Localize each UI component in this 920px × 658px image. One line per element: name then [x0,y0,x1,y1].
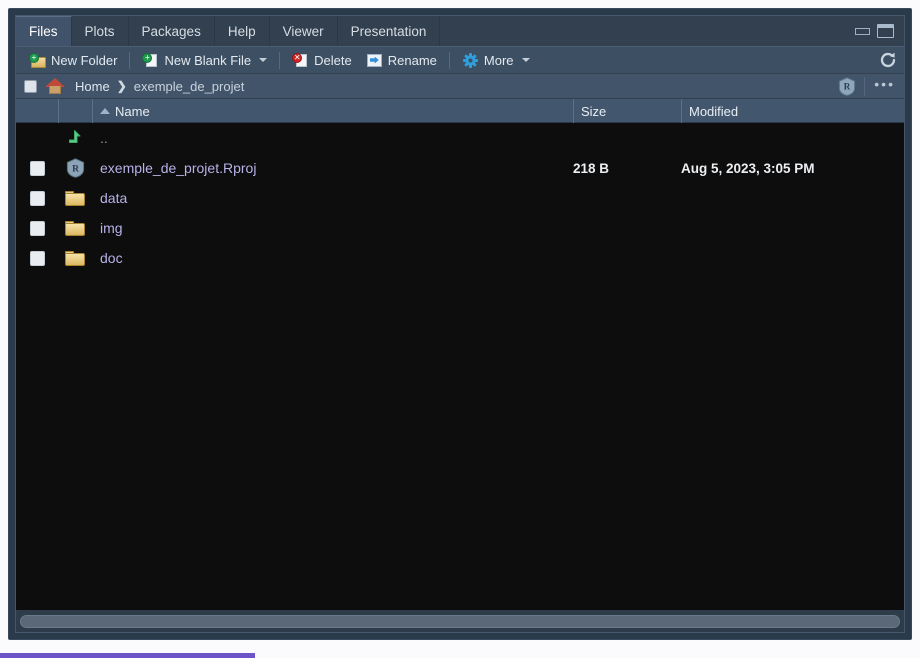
tab-strip: Files Plots Packages Help Viewer Present… [16,16,904,47]
r-project-icon: R [58,158,92,178]
table-row[interactable]: .. [16,123,904,153]
gear-icon [462,52,479,68]
more-label: More [483,52,514,68]
file-name[interactable]: img [92,220,904,236]
new-folder-icon: + [29,52,46,68]
breadcrumb-current[interactable]: exemple_de_projet [134,79,245,94]
bottom-accent-bar [0,653,255,658]
tab-presentation-label: Presentation [350,23,427,39]
home-icon[interactable] [45,78,65,94]
column-header-size-label: Size [581,103,607,119]
rename-label: Rename [387,52,437,68]
screenshot-root: Files Plots Packages Help Viewer Present… [0,0,920,658]
folder-icon [58,220,92,236]
breadcrumb-separator-icon: ❯ [116,79,127,93]
file-name[interactable]: data [92,190,904,206]
row-checkbox-cell [16,190,58,206]
table-row[interactable]: data [16,183,904,213]
row-checkbox-cell [16,160,58,176]
tab-packages[interactable]: Packages [129,16,215,46]
folder-icon [58,250,92,266]
file-list: .. R exemple_de_projet.Rproj 218 B Aug 5… [16,123,904,610]
new-folder-button[interactable]: + New Folder [22,49,124,72]
rename-icon [366,53,383,68]
row-checkbox[interactable] [29,190,45,206]
row-checkbox[interactable] [29,220,45,236]
tab-plots[interactable]: Plots [72,16,129,46]
new-folder-label: New Folder [51,52,118,68]
tab-strip-filler [440,16,855,46]
pane-window-controls [855,16,904,46]
delete-label: Delete [314,52,352,68]
table-row[interactable]: R exemple_de_projet.Rproj 218 B Aug 5, 2… [16,153,904,183]
scrollbar-thumb[interactable] [20,614,900,628]
breadcrumb: Home ❯ exemple_de_projet R ••• [16,74,904,99]
toolbar-separator-1 [129,51,131,69]
refresh-icon[interactable] [878,50,898,70]
tab-plots-label: Plots [84,23,115,39]
files-toolbar: + New Folder + New Blank File ✕ Delete R… [16,47,904,74]
tab-presentation[interactable]: Presentation [338,16,441,46]
column-header-modified-label: Modified [689,103,739,119]
svg-text:R: R [844,81,851,91]
folder-icon [58,190,92,206]
file-name[interactable]: doc [92,250,904,266]
file-name[interactable]: .. [92,130,904,146]
breadcrumb-home[interactable]: Home [75,79,110,94]
tab-files[interactable]: Files [16,16,72,46]
column-header-icon [58,99,92,123]
breadcrumb-overflow-button[interactable]: ••• [867,76,904,96]
column-headers: Name Size Modified [16,99,904,123]
column-header-size[interactable]: Size [573,99,681,123]
more-button[interactable]: More [455,49,537,72]
up-arrow-icon [58,129,92,147]
toolbar-separator-3 [448,51,450,69]
row-checkbox-cell [16,250,58,266]
row-checkbox-cell [16,220,58,236]
tab-viewer[interactable]: Viewer [270,16,338,46]
rename-button[interactable]: Rename [359,49,444,72]
minimize-icon[interactable] [855,27,870,35]
new-blank-file-button[interactable]: + New Blank File [135,49,274,72]
column-header-checkbox [16,99,58,123]
column-header-modified[interactable]: Modified [681,99,904,123]
file-modified: Aug 5, 2023, 3:05 PM [681,160,815,176]
table-row[interactable]: doc [16,243,904,273]
row-checkbox[interactable] [29,160,45,176]
table-row[interactable]: img [16,213,904,243]
pane-inner: Files Plots Packages Help Viewer Present… [15,15,905,633]
horizontal-scrollbar[interactable] [16,610,904,632]
new-file-icon: + [142,52,159,68]
row-checkbox[interactable] [29,250,45,266]
tab-files-label: Files [29,24,58,39]
file-size: 218 B [573,160,610,176]
rstudio-files-pane: Files Plots Packages Help Viewer Present… [8,8,912,640]
svg-text:R: R [72,164,79,174]
maximize-icon[interactable] [877,24,894,38]
delete-icon: ✕ [292,52,309,68]
toolbar-separator-2 [279,51,281,69]
column-header-name[interactable]: Name [92,99,573,123]
select-all-checkbox[interactable] [24,79,37,93]
chevron-down-icon[interactable] [259,58,268,62]
column-header-name-label: Name [115,103,150,119]
chevron-down-icon[interactable] [521,58,530,62]
delete-button[interactable]: ✕ Delete [285,49,359,72]
tab-viewer-label: Viewer [282,23,324,39]
r-project-icon[interactable]: R [838,76,856,96]
tab-packages-label: Packages [141,23,201,39]
new-blank-file-label: New Blank File [164,52,252,68]
breadcrumb-divider [864,76,866,96]
sort-ascending-icon [100,108,110,114]
tab-help-label: Help [227,23,256,39]
tab-help[interactable]: Help [215,16,270,46]
